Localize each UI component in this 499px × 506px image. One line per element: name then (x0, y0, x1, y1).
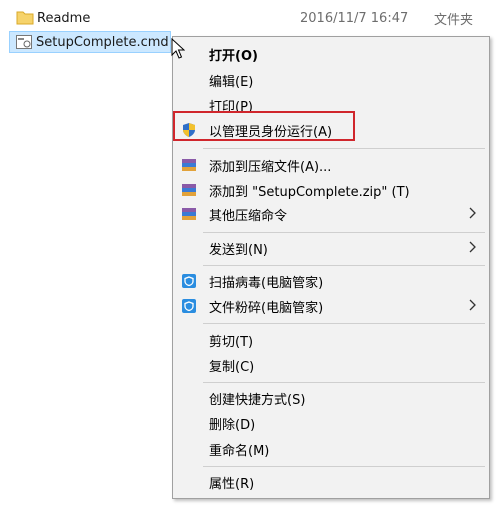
winrar-icon (181, 182, 197, 198)
winrar-icon (181, 206, 197, 222)
menu-separator (203, 148, 485, 149)
menu-item-properties[interactable]: 属性(R) (173, 471, 489, 493)
menu-item-open[interactable]: 打开(O) (173, 43, 489, 65)
winrar-icon (181, 157, 197, 173)
menu-separator (203, 265, 485, 266)
menu-item-add-to-zip[interactable]: 添加到 "SetupComplete.zip" (T) (173, 179, 489, 201)
pc-manager-shield-icon (181, 273, 197, 289)
cmd-file-icon (16, 35, 32, 53)
menu-item-edit[interactable]: 编辑(E) (173, 69, 489, 91)
menu-separator (203, 323, 485, 324)
menu-item-send-to[interactable]: 发送到(N) (173, 237, 489, 259)
menu-item-add-to-archive[interactable]: 添加到压缩文件(A)... (173, 154, 489, 176)
file-type: 文件夹 (434, 12, 474, 28)
file-row-setupcomplete[interactable]: SetupComplete.cmd (9, 31, 171, 53)
mouse-cursor-icon (171, 37, 186, 64)
menu-item-rename[interactable]: 重命名(M) (173, 438, 489, 460)
menu-item-other-compress[interactable]: 其他压缩命令 (173, 203, 489, 225)
menu-item-delete[interactable]: 删除(D) (173, 412, 489, 434)
menu-item-cut[interactable]: 剪切(T) (173, 329, 489, 351)
chevron-right-icon (469, 241, 477, 257)
annotation-highlight-box (173, 111, 355, 141)
menu-separator (203, 232, 485, 233)
file-date: 2016/11/7 16:47 (300, 10, 409, 26)
file-name: Readme (37, 10, 91, 26)
pc-manager-shield-icon (181, 298, 197, 314)
chevron-right-icon (469, 299, 477, 315)
folder-icon (16, 10, 34, 29)
menu-separator (203, 466, 485, 467)
menu-item-shred-file[interactable]: 文件粉碎(电脑管家) (173, 295, 489, 317)
context-menu: 打开(O) 编辑(E) 打印(P) 以管理员身份运行(A) 添加到压缩文件(A)… (172, 36, 490, 499)
file-name: SetupComplete.cmd (36, 34, 169, 50)
menu-separator (203, 382, 485, 383)
file-row-readme[interactable]: Readme 2016/11/7 16:47 文件夹 (0, 7, 499, 29)
menu-item-scan-virus[interactable]: 扫描病毒(电脑管家) (173, 270, 489, 292)
menu-item-create-shortcut[interactable]: 创建快捷方式(S) (173, 387, 489, 409)
chevron-right-icon (469, 207, 477, 223)
menu-item-copy[interactable]: 复制(C) (173, 354, 489, 376)
